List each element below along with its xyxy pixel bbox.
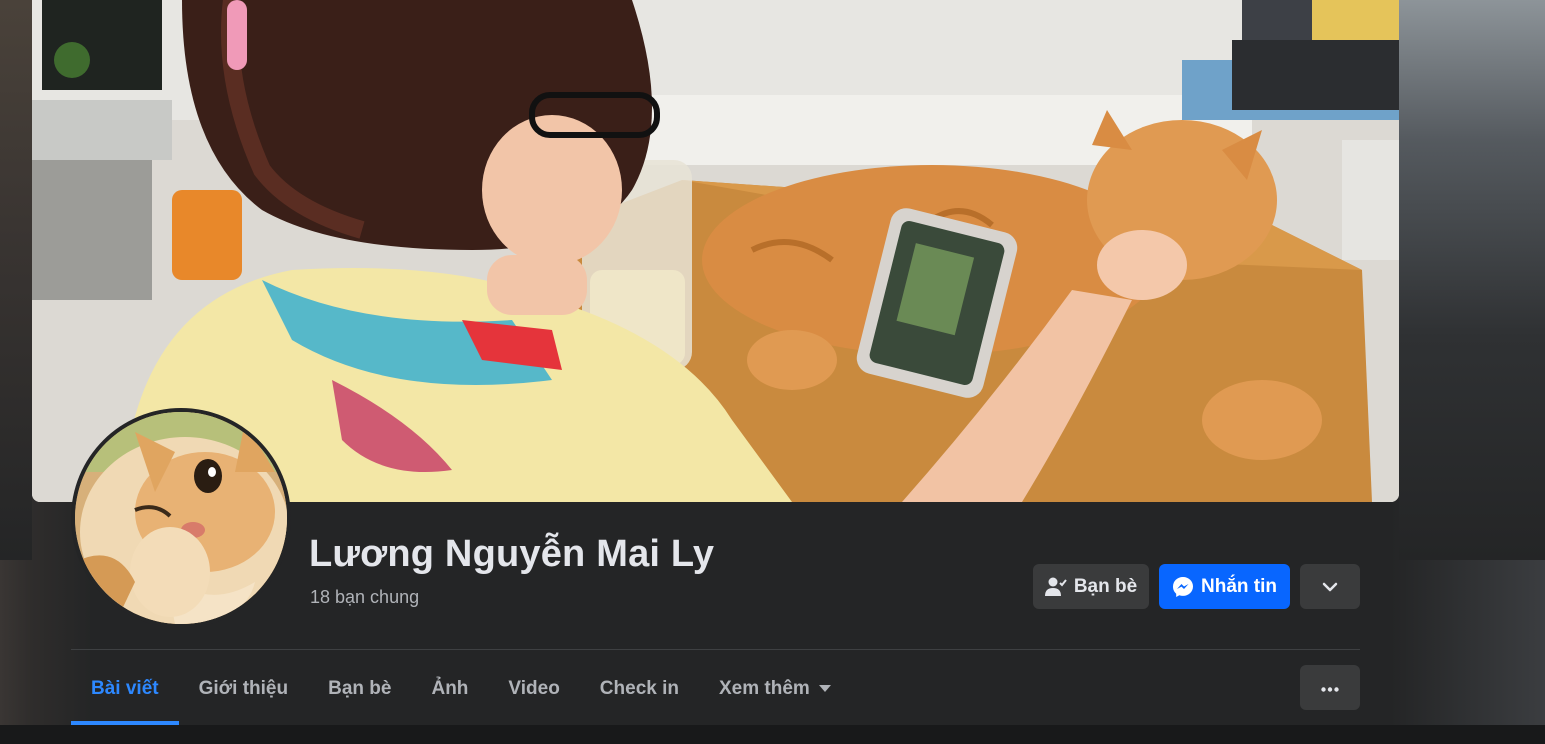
message-button[interactable]: Nhắn tin bbox=[1159, 564, 1290, 609]
tab-about[interactable]: Giới thiệu bbox=[179, 665, 309, 712]
person-check-icon bbox=[1044, 577, 1067, 597]
tab-label: Xem thêm bbox=[719, 677, 810, 699]
message-button-label: Nhắn tin bbox=[1201, 575, 1277, 597]
profile-tabs: Bài viết Giới thiệu Bạn bè Ảnh Video Che… bbox=[71, 665, 851, 725]
profile-options-button[interactable] bbox=[1300, 564, 1360, 609]
tab-label: Check in bbox=[599, 677, 679, 699]
tab-label: Bài viết bbox=[91, 677, 159, 699]
friends-button[interactable]: Bạn bè bbox=[1033, 564, 1149, 609]
page-background bbox=[0, 725, 1545, 744]
tab-label: Giới thiệu bbox=[198, 677, 289, 699]
caret-down-icon bbox=[818, 685, 831, 692]
header-background-right bbox=[1399, 0, 1545, 560]
tabs-more-options-button[interactable] bbox=[1300, 665, 1360, 710]
messenger-icon bbox=[1172, 576, 1194, 598]
tab-friends[interactable]: Bạn bè bbox=[308, 665, 411, 712]
tab-posts[interactable]: Bài viết bbox=[71, 665, 179, 725]
chevron-down-icon bbox=[1322, 576, 1338, 598]
tab-photos[interactable]: Ảnh bbox=[411, 665, 488, 712]
tab-videos[interactable]: Video bbox=[488, 665, 579, 712]
tab-label: Bạn bè bbox=[328, 677, 392, 699]
tab-label: Video bbox=[508, 677, 560, 699]
header-background-left bbox=[0, 0, 32, 560]
tab-more[interactable]: Xem thêm bbox=[699, 665, 851, 712]
profile-name: Lương Nguyễn Mai Ly bbox=[309, 533, 715, 575]
profile-avatar[interactable] bbox=[71, 408, 291, 628]
tab-checkins[interactable]: Check in bbox=[580, 665, 699, 712]
profile-divider bbox=[71, 649, 1360, 650]
more-horizontal-icon bbox=[1321, 679, 1339, 697]
avatar-image bbox=[75, 412, 287, 624]
friends-button-label: Bạn bè bbox=[1073, 575, 1138, 597]
mutual-friends-link[interactable]: 18 bạn chung bbox=[310, 587, 419, 608]
tab-label: Ảnh bbox=[431, 677, 469, 699]
